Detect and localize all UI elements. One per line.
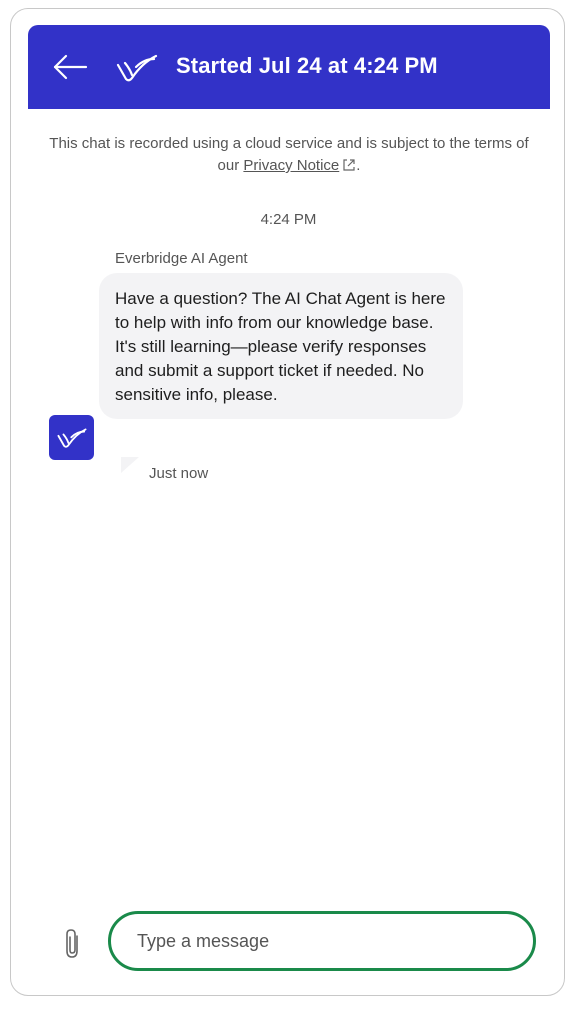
external-link-icon[interactable]: [342, 157, 356, 179]
notice-period: .: [356, 157, 361, 174]
message-bubble: Have a question? The AI Chat Agent is he…: [99, 273, 463, 419]
message-sender: Everbridge AI Agent: [115, 250, 248, 267]
avatar: [49, 415, 94, 460]
chat-window: Started Jul 24 at 4:24 PM This chat is r…: [10, 8, 565, 996]
recording-notice: This chat is recorded using a cloud serv…: [41, 133, 537, 179]
back-button[interactable]: [52, 51, 88, 83]
chat-title: Started Jul 24 at 4:24 PM: [176, 53, 438, 78]
message-text: Have a question? The AI Chat Agent is he…: [115, 289, 446, 404]
arrow-left-icon: [53, 54, 88, 80]
attach-button[interactable]: [61, 927, 85, 961]
chat-header: Started Jul 24 at 4:24 PM: [28, 25, 550, 109]
message-time: Just now: [149, 465, 209, 482]
bubble-tail: [121, 457, 139, 473]
everbridge-logo-icon: [57, 428, 86, 448]
everbridge-logo-icon: [116, 53, 158, 83]
privacy-notice-link[interactable]: Privacy Notice: [243, 157, 339, 174]
conversation-timestamp: 4:24 PM: [260, 211, 317, 228]
message-input-container: [108, 911, 536, 971]
paperclip-icon: [66, 929, 78, 958]
message-input[interactable]: [135, 929, 519, 953]
